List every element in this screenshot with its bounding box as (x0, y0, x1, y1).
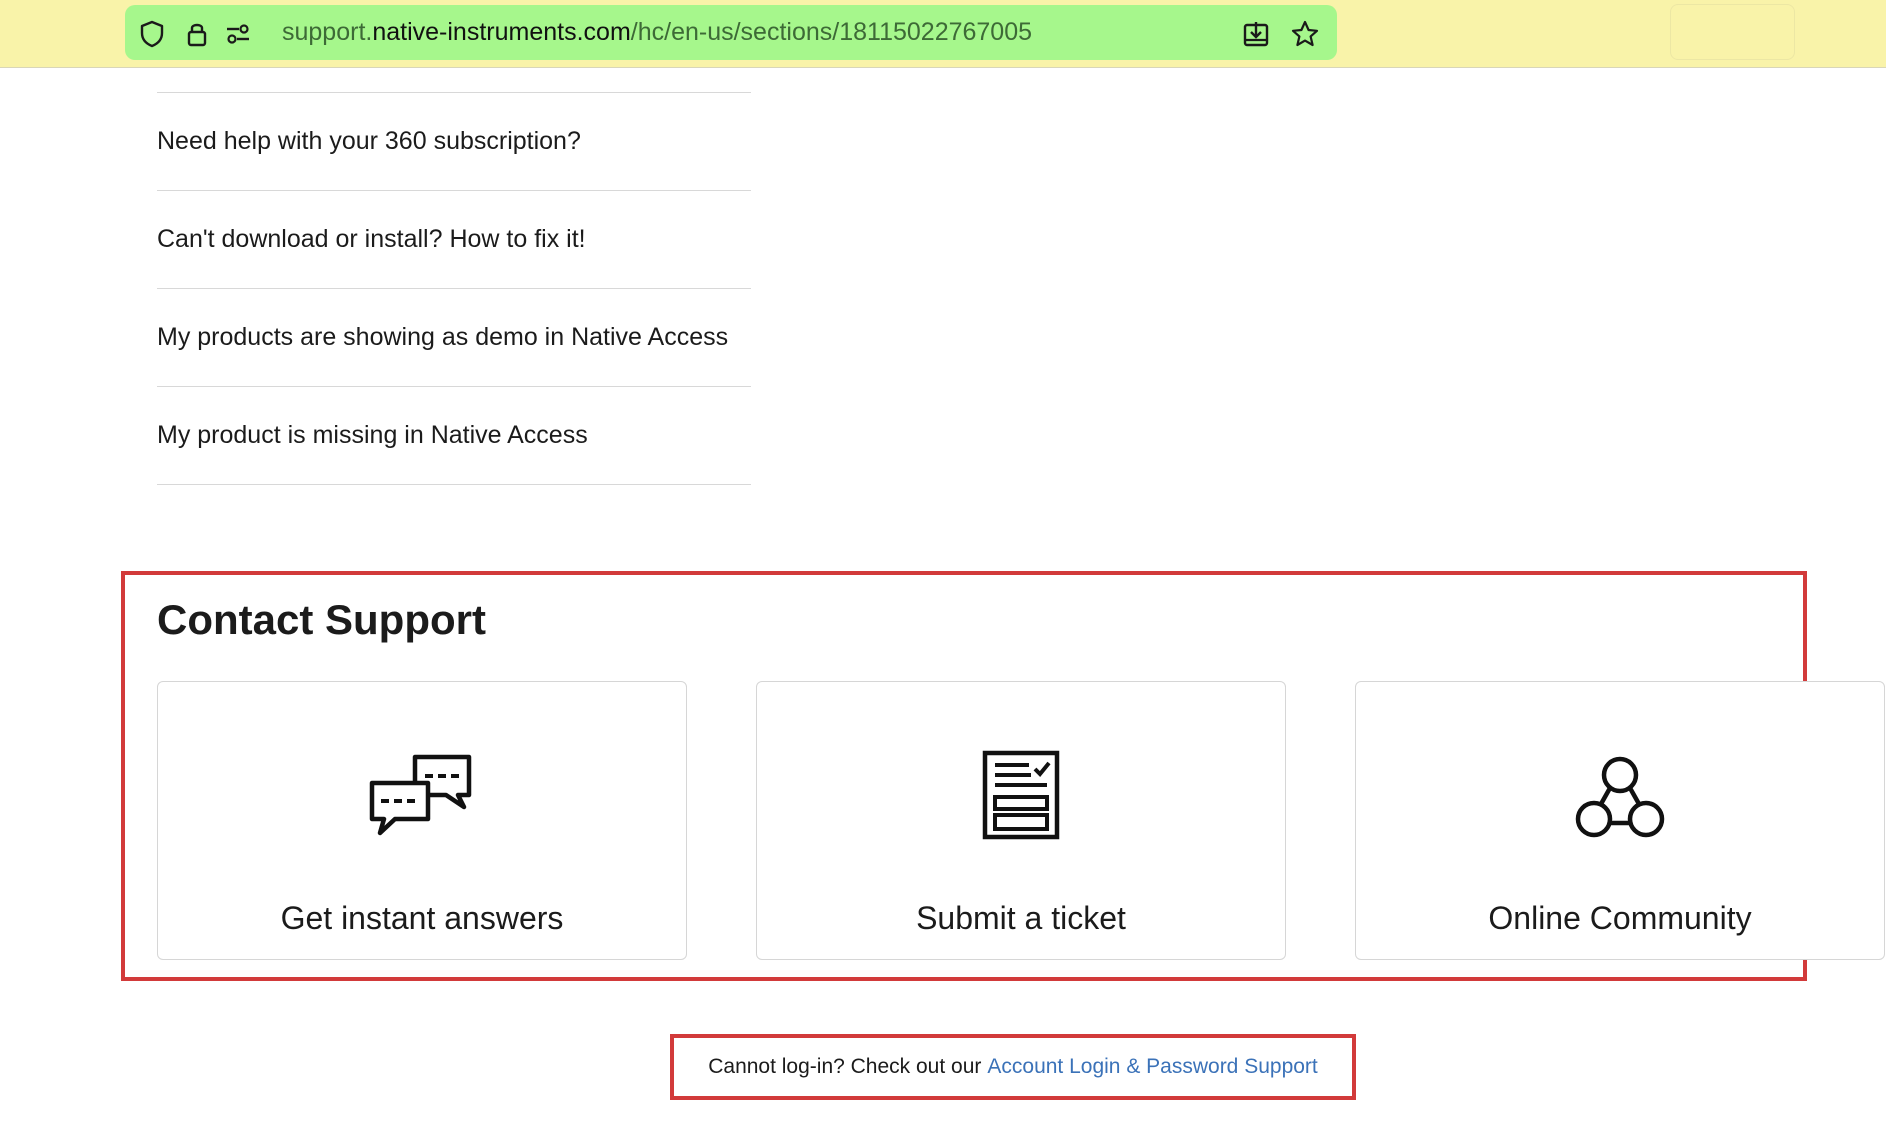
address-bar[interactable]: support.native-instruments.com/hc/en-us/… (125, 5, 1337, 60)
card-label: Online Community (1488, 900, 1752, 936)
shield-icon[interactable] (137, 19, 167, 49)
list-item[interactable]: My products are showing as demo in Nativ… (157, 289, 751, 387)
list-item[interactable]: Can't download or install? How to fix it… (157, 191, 751, 289)
article-link[interactable]: My product is missing in Native Access (157, 421, 588, 450)
site-permissions-icon[interactable] (223, 19, 253, 49)
card-label: Submit a ticket (916, 900, 1126, 936)
contact-support-heading: Contact Support (157, 596, 486, 643)
list-item[interactable]: Need help with your 360 subscription? (157, 93, 751, 191)
url-text[interactable]: support.native-instruments.com/hc/en-us/… (282, 20, 1032, 45)
submit-ticket-card[interactable]: Submit a ticket (756, 681, 1286, 960)
url-prefix: support. (282, 18, 373, 46)
card-label: Get instant answers (280, 900, 564, 936)
login-help-highlight: Cannot log-in? Check out our Account Log… (670, 1034, 1356, 1100)
article-link[interactable]: My products are showing as demo in Nativ… (157, 323, 728, 352)
chat-bubbles-icon (362, 747, 482, 847)
url-host: native-instruments.com (372, 18, 631, 46)
url-path: /hc/en-us/sections/18115022767005 (630, 18, 1033, 46)
save-page-icon[interactable] (1241, 19, 1271, 49)
article-link[interactable]: Need help with your 360 subscription? (157, 127, 581, 156)
toolbar-extension-slot[interactable] (1670, 4, 1795, 60)
browser-toolbar: support.native-instruments.com/hc/en-us/… (0, 0, 1886, 68)
community-icon (1560, 747, 1680, 847)
article-link[interactable]: Can't download or install? How to fix it… (157, 225, 586, 254)
get-instant-answers-card[interactable]: Get instant answers (157, 681, 687, 960)
article-list: Need help with your 360 subscription? Ca… (157, 92, 751, 485)
ticket-form-icon (961, 747, 1081, 847)
account-login-support-link[interactable]: Account Login & Password Support (987, 1055, 1317, 1079)
list-item[interactable]: My product is missing in Native Access (157, 387, 751, 485)
login-help-text: Cannot log-in? Check out our (708, 1055, 982, 1078)
bookmark-star-icon[interactable] (1290, 19, 1320, 49)
lock-icon[interactable] (182, 19, 212, 49)
online-community-card[interactable]: Online Community (1355, 681, 1885, 960)
